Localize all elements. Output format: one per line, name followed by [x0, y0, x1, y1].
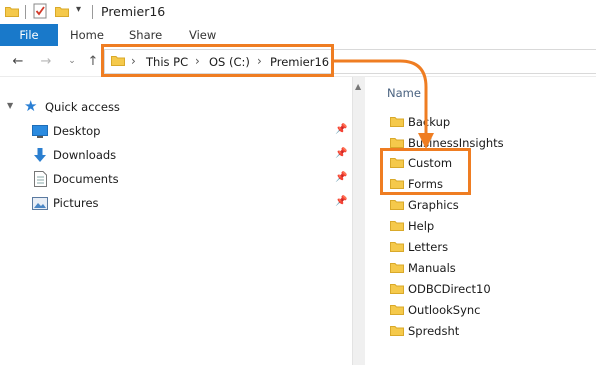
- file-name: Letters: [408, 239, 449, 254]
- star-icon: ★: [24, 97, 38, 115]
- file-name: ODBCDirect10: [408, 281, 491, 296]
- folder-icon: [390, 263, 404, 273]
- new-folder-icon[interactable]: [55, 5, 69, 17]
- quick-access-item[interactable]: ▼ ★ Quick access: [0, 96, 352, 118]
- folder-icon: [390, 326, 404, 336]
- folder-icon: [5, 7, 19, 17]
- sidebar-item-documents[interactable]: Documents 📌: [0, 168, 352, 190]
- folder-icon: [390, 221, 404, 231]
- pin-icon[interactable]: 📌: [335, 172, 347, 184]
- folder-icon: [390, 200, 404, 210]
- quick-access-label: Quick access: [45, 100, 120, 114]
- tab-home[interactable]: Home: [70, 28, 104, 42]
- back-arrow-icon[interactable]: ←: [9, 52, 27, 70]
- title-separator: [25, 5, 26, 19]
- address-highlight-box: [101, 44, 334, 77]
- sidebar-item-pictures[interactable]: Pictures 📌: [0, 192, 352, 214]
- sidebar-item-label: Documents: [53, 172, 119, 186]
- sidebar-item-downloads[interactable]: Downloads 📌: [0, 144, 352, 166]
- title-bar: [0, 0, 596, 24]
- picture-icon: [32, 197, 48, 210]
- title-separator: [92, 5, 93, 19]
- sidebar-item-label: Downloads: [53, 148, 117, 162]
- file-name: Spredsht: [408, 323, 460, 338]
- desktop-icon: [32, 125, 48, 138]
- chevron-down-icon[interactable]: ▼: [7, 101, 13, 110]
- folder-icon: [390, 305, 404, 315]
- file-name: OutlookSync: [408, 302, 481, 317]
- folders-highlight-box: [380, 148, 471, 195]
- forward-arrow-icon[interactable]: →: [37, 52, 55, 70]
- download-arrow-icon: [34, 148, 46, 162]
- file-name: Manuals: [408, 260, 456, 275]
- pin-icon[interactable]: 📌: [335, 196, 347, 208]
- up-arrow-icon[interactable]: ↑: [84, 52, 102, 70]
- file-name: Help: [408, 218, 435, 233]
- sidebar-item-desktop[interactable]: Desktop 📌: [0, 120, 352, 142]
- sidebar-item-label: Pictures: [53, 196, 99, 210]
- folder-icon: [390, 284, 404, 294]
- file-name: Graphics: [408, 197, 459, 212]
- customize-toolbar-icon[interactable]: ▾: [76, 4, 81, 15]
- folder-icon: [390, 242, 404, 252]
- annotation-arrow-icon: [334, 59, 434, 149]
- sidebar-item-label: Desktop: [53, 124, 101, 138]
- tab-file[interactable]: File: [0, 24, 58, 46]
- tab-view[interactable]: View: [189, 28, 216, 42]
- properties-icon[interactable]: [33, 3, 47, 19]
- recent-locations-chevron-icon[interactable]: ⌄: [63, 52, 81, 70]
- tab-share[interactable]: Share: [129, 28, 162, 42]
- window-title: Premier16: [101, 4, 166, 19]
- document-icon: [34, 171, 47, 187]
